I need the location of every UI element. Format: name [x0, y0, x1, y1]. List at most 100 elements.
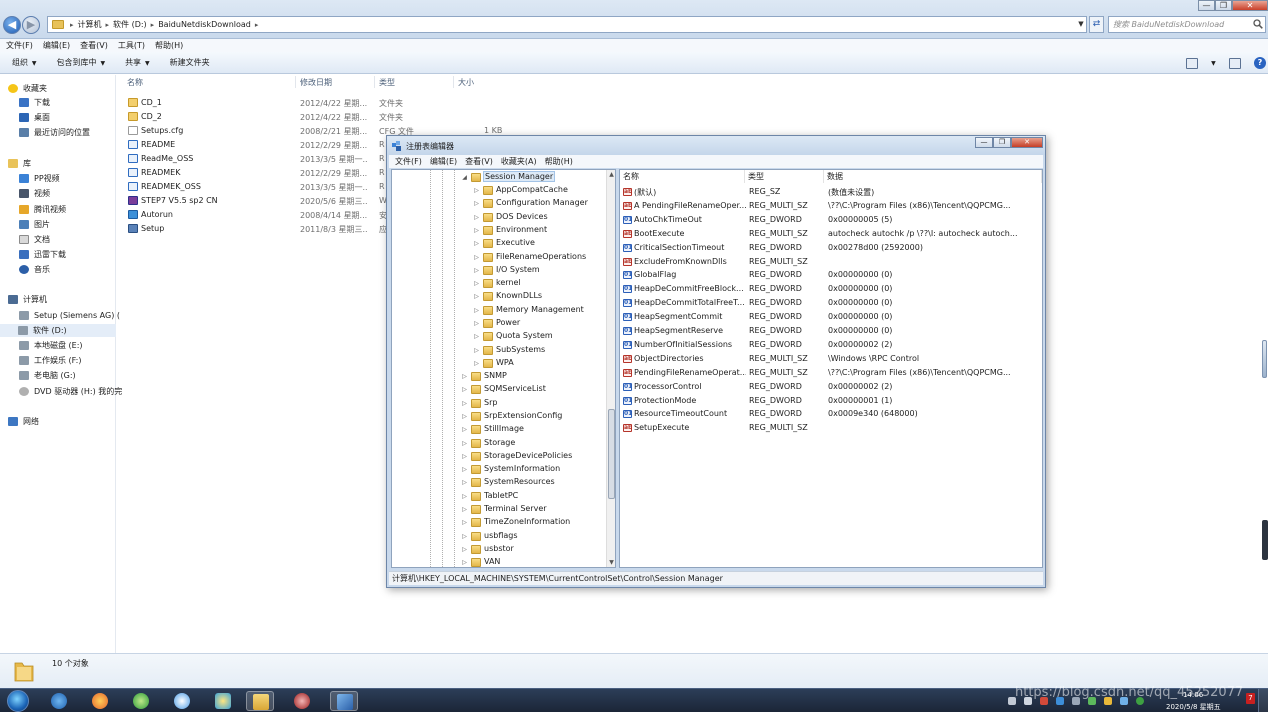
nav-favorites[interactable]: 收藏夹 [8, 82, 116, 95]
expand-arrow-icon[interactable]: ▷ [473, 200, 480, 207]
taskbar-app-firefox[interactable] [86, 691, 114, 711]
search-input[interactable]: 搜索 BaiduNetdiskDownload [1108, 16, 1266, 33]
nav-videos[interactable]: 视频 [19, 187, 127, 200]
expand-arrow-icon[interactable]: ▷ [461, 546, 468, 553]
tree-item[interactable]: ▷ SubSystems [392, 344, 607, 357]
tree-item[interactable]: ▷ StillImage [392, 423, 607, 436]
registry-value-row[interactable]: ab PendingFileRenameOperat... REG_MULTI_SZ… [620, 366, 1042, 380]
registry-value-row[interactable]: ab A PendingFileRenameOper... REG_MULTI_SZ… [620, 199, 1042, 213]
values-column-type[interactable]: 类型 [745, 170, 824, 183]
help-icon[interactable]: ? [1254, 57, 1266, 69]
nav-drive-setup[interactable]: Setup (Siemens AG) ( [19, 309, 127, 322]
expand-arrow-icon[interactable]: ▷ [473, 227, 480, 234]
expand-arrow-icon[interactable]: ▷ [461, 426, 468, 433]
forward-button[interactable]: ▶ [22, 16, 40, 34]
menu-file[interactable]: 文件(F) [6, 40, 33, 51]
nav-tencent-video[interactable]: 腾讯视频 [19, 203, 127, 216]
registry-value-row[interactable]: ab ExcludeFromKnownDlls REG_MULTI_SZ [620, 255, 1042, 269]
regedit-menu-file[interactable]: 文件(F) [395, 156, 422, 167]
tree-item[interactable]: ▷ AppCompatCache [392, 184, 607, 197]
tree-item[interactable]: ▷ I/O System [392, 264, 607, 277]
scroll-indicator[interactable] [1262, 520, 1268, 560]
taskbar-app-player[interactable] [209, 691, 237, 711]
expand-arrow-icon[interactable]: ▷ [473, 267, 480, 274]
taskbar-app-sogou[interactable] [45, 691, 73, 711]
nav-recent[interactable]: 最近访问的位置 [19, 126, 127, 139]
registry-value-row[interactable]: ab SetupExecute REG_MULTI_SZ [620, 421, 1042, 435]
tree-item[interactable]: ▷ SNMP [392, 370, 607, 383]
tree-scrollbar-thumb[interactable] [608, 409, 615, 499]
nav-computer[interactable]: 计算机 [8, 293, 116, 306]
tree-item[interactable]: ▷ VAN [392, 556, 607, 567]
expand-arrow-icon[interactable]: ▷ [473, 280, 480, 287]
registry-value-row[interactable]: ab (默认) REG_SZ (数值未设置) [620, 185, 1042, 199]
column-divider[interactable] [453, 76, 454, 88]
registry-value-row[interactable]: 01 AutoChkTimeOut REG_DWORD 0x00000005 (5) [620, 213, 1042, 227]
maximize-button[interactable]: ❐ [1215, 0, 1232, 11]
tree-item[interactable]: ▷ WPA [392, 357, 607, 370]
registry-value-row[interactable]: 01 HeapSegmentCommit REG_DWORD 0x00000000 (… [620, 310, 1042, 324]
show-desktop-button[interactable] [1258, 689, 1268, 712]
breadcrumb-folder[interactable]: BaiduNetdiskDownload [158, 20, 251, 29]
tree-item[interactable]: ▷ SystemInformation [392, 463, 607, 476]
taskbar-app-explorer[interactable] [246, 691, 274, 711]
taskbar-app-browser[interactable] [127, 691, 155, 711]
tree-item[interactable]: ▷ Storage [392, 437, 607, 450]
expand-arrow-icon[interactable]: ▷ [473, 187, 480, 194]
expand-arrow-icon[interactable]: ▷ [473, 240, 480, 247]
tree-item[interactable]: ▷ Power [392, 317, 607, 330]
breadcrumb-drive[interactable]: 软件 (D:) [113, 19, 147, 30]
taskbar-app-baidunetdisk[interactable] [168, 691, 196, 711]
expand-arrow-icon[interactable]: ▷ [461, 440, 468, 447]
back-button[interactable]: ◀ [3, 16, 21, 34]
tree-item[interactable]: ▷ Environment [392, 224, 607, 237]
values-column-name[interactable]: 名称 [620, 170, 745, 183]
scroll-up-icon[interactable]: ▲ [607, 170, 615, 179]
nav-drive-f[interactable]: 工作娱乐 (F:) [19, 354, 127, 367]
expand-arrow-icon[interactable]: ▷ [473, 347, 480, 354]
registry-value-row[interactable]: 01 NumberOfInitialSessions REG_DWORD 0x0000… [620, 338, 1042, 352]
column-size[interactable]: 大小 [458, 77, 474, 88]
expand-arrow-icon[interactable]: ▷ [461, 493, 468, 500]
expand-arrow-icon[interactable]: ▷ [461, 400, 468, 407]
tree-item[interactable]: ▷ Configuration Manager [392, 197, 607, 210]
nav-libraries[interactable]: 库 [8, 157, 116, 170]
scroll-down-icon[interactable]: ▼ [607, 558, 615, 567]
regedit-titlebar[interactable]: 注册表编辑器 — ❐ ✕ [387, 136, 1045, 155]
expand-arrow-icon[interactable]: ▷ [461, 453, 468, 460]
expand-arrow-icon[interactable]: ▷ [461, 559, 468, 566]
refresh-button[interactable]: ⇄ [1089, 16, 1104, 33]
minimize-button[interactable]: — [1198, 0, 1215, 11]
caret-down-icon[interactable]: ▼ [1211, 60, 1216, 67]
taskbar-app-step7[interactable] [288, 691, 316, 711]
tree-item[interactable]: ▷ Quota System [392, 330, 607, 343]
tree-item[interactable]: ▷ SrpExtensionConfig [392, 410, 607, 423]
tree-item[interactable]: ▷ SystemResources [392, 476, 607, 489]
expand-arrow-icon[interactable]: ▷ [461, 519, 468, 526]
expand-arrow-icon[interactable]: ▷ [473, 360, 480, 367]
menu-tools[interactable]: 工具(T) [118, 40, 145, 51]
column-type[interactable]: 类型 [379, 77, 395, 88]
regedit-menu-help[interactable]: 帮助(H) [545, 156, 573, 167]
nav-drive-h[interactable]: DVD 驱动器 (H:) 我的完 [19, 385, 127, 398]
nav-desktop[interactable]: 桌面 [19, 111, 127, 124]
organize-button[interactable]: 组织 ▼ [12, 57, 37, 68]
tree-item[interactable]: ▷ Terminal Server [392, 503, 607, 516]
column-divider[interactable] [295, 76, 296, 88]
regedit-menu-edit[interactable]: 编辑(E) [430, 156, 457, 167]
column-date[interactable]: 修改日期 [300, 77, 332, 88]
address-dropdown-button[interactable]: ▼ [1076, 17, 1086, 32]
expand-arrow-icon[interactable]: ▷ [473, 293, 480, 300]
menu-view[interactable]: 查看(V) [80, 40, 108, 51]
view-options-icon[interactable] [1186, 57, 1198, 69]
nav-music[interactable]: 音乐 [19, 263, 127, 276]
expand-arrow-icon[interactable]: ▷ [461, 373, 468, 380]
close-button[interactable]: ✕ [1232, 0, 1268, 11]
registry-value-row[interactable]: 01 CriticalSectionTimeout REG_DWORD 0x00278… [620, 241, 1042, 255]
registry-value-row[interactable]: 01 HeapDeCommitTotalFreeT... REG_DWORD 0x00… [620, 296, 1042, 310]
expand-arrow-icon[interactable]: ▷ [461, 533, 468, 540]
nav-documents[interactable]: 文档 [19, 233, 127, 246]
tree-item[interactable]: ▷ usbflags [392, 530, 607, 543]
menu-edit[interactable]: 编辑(E) [43, 40, 70, 51]
regedit-menu-view[interactable]: 查看(V) [465, 156, 493, 167]
